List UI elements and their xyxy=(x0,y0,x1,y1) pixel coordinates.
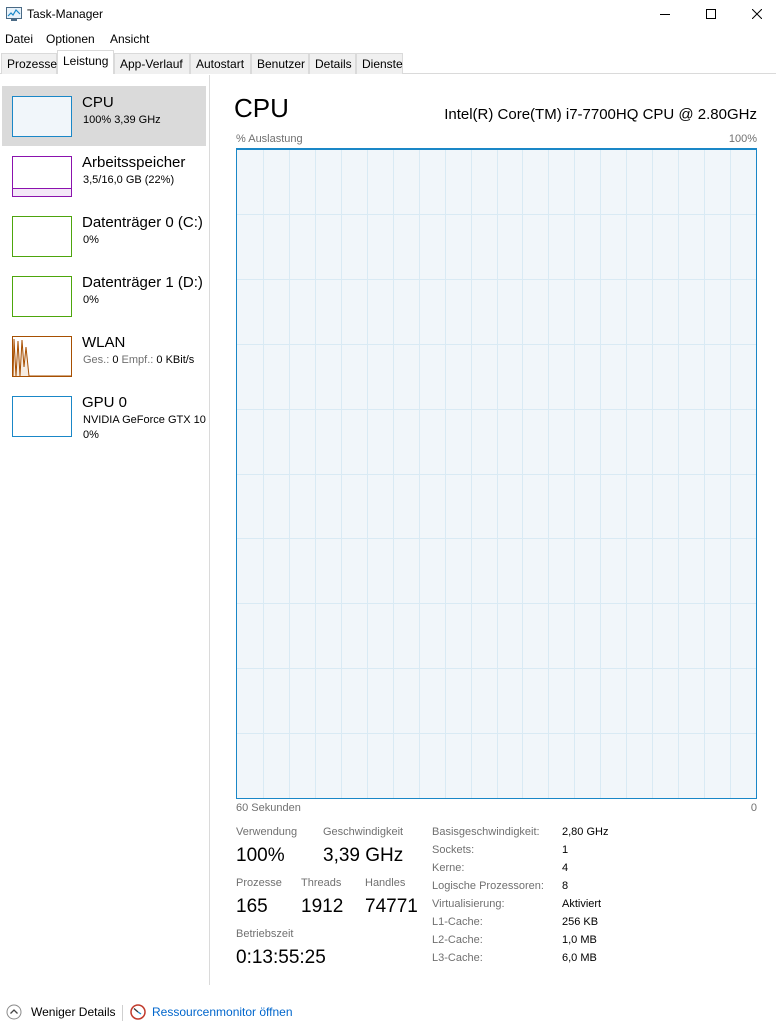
title-bar[interactable]: Task-Manager xyxy=(0,0,776,28)
sidebar-item-detail: 0% xyxy=(83,294,99,306)
tab-leistung[interactable]: Leistung xyxy=(57,50,114,74)
minimize-button[interactable] xyxy=(642,0,688,28)
sidebar-item-detail: 100% 3,39 GHz xyxy=(83,114,161,126)
info-label-base-speed: Basisgeschwindigkeit: xyxy=(432,826,540,838)
cpu-model-name: Intel(R) Core(TM) i7-7700HQ CPU @ 2.80GH… xyxy=(444,106,757,123)
info-label-l2-cache: L2-Cache: xyxy=(432,934,483,946)
maximize-icon xyxy=(706,9,716,19)
info-label-logical-processors: Logische Prozessoren: xyxy=(432,880,544,892)
less-details-button[interactable]: Weniger Details xyxy=(6,1004,115,1020)
sidebar-item-disk-1[interactable]: Datenträger 1 (D:) 0% xyxy=(2,266,206,326)
sidebar-item-label: Datenträger 0 (C:) xyxy=(82,214,203,231)
sidebar-item-label: GPU 0 xyxy=(82,394,128,411)
info-value-l3-cache: 6,0 MB xyxy=(562,952,597,964)
wlan-receive-value: 0 KBit/s xyxy=(156,354,195,366)
info-value-l2-cache: 1,0 MB xyxy=(562,934,597,946)
info-label-l1-cache: L1-Cache: xyxy=(432,916,483,928)
sidebar-item-gpu-0[interactable]: GPU 0 NVIDIA GeForce GTX 10 0% xyxy=(2,386,206,446)
tab-dienste[interactable]: Dienste xyxy=(356,53,403,74)
menu-ansicht[interactable]: Ansicht xyxy=(110,32,149,46)
sidebar-item-arbeitsspeicher[interactable]: Arbeitsspeicher 3,5/16,0 GB (22%) xyxy=(2,146,206,206)
tab-benutzer[interactable]: Benutzer xyxy=(251,53,309,74)
graph-y-axis-label: % Auslastung xyxy=(236,133,303,145)
chevron-up-icon xyxy=(6,1004,22,1020)
sidebar-item-label: WLAN xyxy=(82,334,126,351)
usage-label: Verwendung xyxy=(236,826,298,838)
sidebar-item-detail: Ges.: 0 Empf.: 0 KBit/s xyxy=(83,354,194,366)
cpu-thumbnail-graph xyxy=(12,96,72,137)
usage-value: 100% xyxy=(236,845,285,866)
processes-label: Prozesse xyxy=(236,877,282,889)
tab-prozesse[interactable]: Prozesse xyxy=(1,53,57,74)
info-label-l3-cache: L3-Cache: xyxy=(432,952,483,964)
speed-value: 3,39 GHz xyxy=(323,845,404,866)
threads-label: Threads xyxy=(301,877,342,889)
page-title: CPU xyxy=(234,93,289,123)
menu-optionen[interactable]: Optionen xyxy=(46,32,95,46)
menu-bar: Datei Optionen Ansicht xyxy=(0,29,776,49)
sidebar-item-label: CPU xyxy=(82,94,114,111)
speed-label: Geschwindigkeit xyxy=(323,826,404,838)
close-icon xyxy=(752,9,762,19)
graph-x-axis-start-label: 60 Sekunden xyxy=(236,802,301,814)
resource-monitor-label: Ressourcenmonitor öffnen xyxy=(152,1005,293,1019)
window-title: Task-Manager xyxy=(27,7,104,21)
info-value-l1-cache: 256 KB xyxy=(562,916,599,928)
footer-separator xyxy=(122,1005,123,1021)
close-button[interactable] xyxy=(734,0,776,28)
footer-bar: Weniger Details Ressourcenmonitor öffnen xyxy=(0,1000,776,1026)
tab-bar: Prozesse Leistung App-Verlauf Autostart … xyxy=(0,50,776,74)
tab-autostart[interactable]: Autostart xyxy=(190,53,251,74)
sidebar-item-detail: 3,5/16,0 GB (22%) xyxy=(83,174,175,186)
cpu-usage-graph xyxy=(236,148,757,799)
threads-value: 1912 xyxy=(301,896,344,917)
info-value-sockets: 1 xyxy=(562,844,569,856)
handles-label: Handles xyxy=(365,877,406,889)
info-value-base-speed: 2,80 GHz xyxy=(562,826,609,838)
disk-1-thumbnail-graph xyxy=(12,276,72,317)
resource-monitor-link[interactable]: Ressourcenmonitor öffnen xyxy=(130,1004,293,1020)
wlan-send-label: Ges.: xyxy=(83,354,110,366)
tab-details[interactable]: Details xyxy=(309,53,356,74)
sidebar-item-cpu[interactable]: CPU 100% 3,39 GHz xyxy=(2,86,206,146)
sidebar-item-label: Arbeitsspeicher xyxy=(82,154,186,171)
sidebar-item-disk-0[interactable]: Datenträger 0 (C:) 0% xyxy=(2,206,206,266)
sidebar-item-detail-2: 0% xyxy=(83,429,99,441)
wlan-receive-label: Empf.: xyxy=(121,354,154,366)
uptime-value: 0:13:55:25 xyxy=(236,947,326,968)
info-label-sockets: Sockets: xyxy=(432,844,475,856)
info-value-logical-processors: 8 xyxy=(562,880,569,892)
info-value-cores: 4 xyxy=(562,862,569,874)
less-details-label: Weniger Details xyxy=(31,1005,116,1019)
gpu-thumbnail-graph xyxy=(12,396,72,437)
performance-sidebar: CPU 100% 3,39 GHz Arbeitsspeicher 3,5/16… xyxy=(0,75,210,985)
cpu-usage-graph-canvas xyxy=(237,149,756,798)
sidebar-item-detail: NVIDIA GeForce GTX 10 xyxy=(83,414,206,426)
wlan-thumbnail-graph xyxy=(12,336,72,377)
handles-value: 74771 xyxy=(365,896,418,917)
info-label-cores: Kerne: xyxy=(432,862,465,874)
sidebar-item-detail: 0% xyxy=(83,234,99,246)
wlan-send-value: 0 xyxy=(112,354,119,366)
sidebar-item-wlan[interactable]: WLAN Ges.: 0 Empf.: 0 KBit/s xyxy=(2,326,206,386)
tab-app-verlauf[interactable]: App-Verlauf xyxy=(114,53,190,74)
graph-y-max-label: 100% xyxy=(728,133,757,145)
maximize-button[interactable] xyxy=(688,0,734,28)
disk-0-thumbnail-graph xyxy=(12,216,72,257)
processes-value: 165 xyxy=(236,896,268,917)
info-label-virtualization: Virtualisierung: xyxy=(432,898,505,910)
task-manager-icon xyxy=(6,7,22,21)
graph-x-axis-end-label: 0 xyxy=(750,802,757,814)
sidebar-item-label: Datenträger 1 (D:) xyxy=(82,274,203,291)
menu-datei[interactable]: Datei xyxy=(5,32,33,46)
minimize-icon xyxy=(660,14,670,15)
info-value-virtualization: Aktiviert xyxy=(562,898,602,910)
uptime-label: Betriebszeit xyxy=(236,928,294,940)
resource-monitor-icon xyxy=(130,1004,146,1020)
memory-thumbnail-graph xyxy=(12,156,72,197)
